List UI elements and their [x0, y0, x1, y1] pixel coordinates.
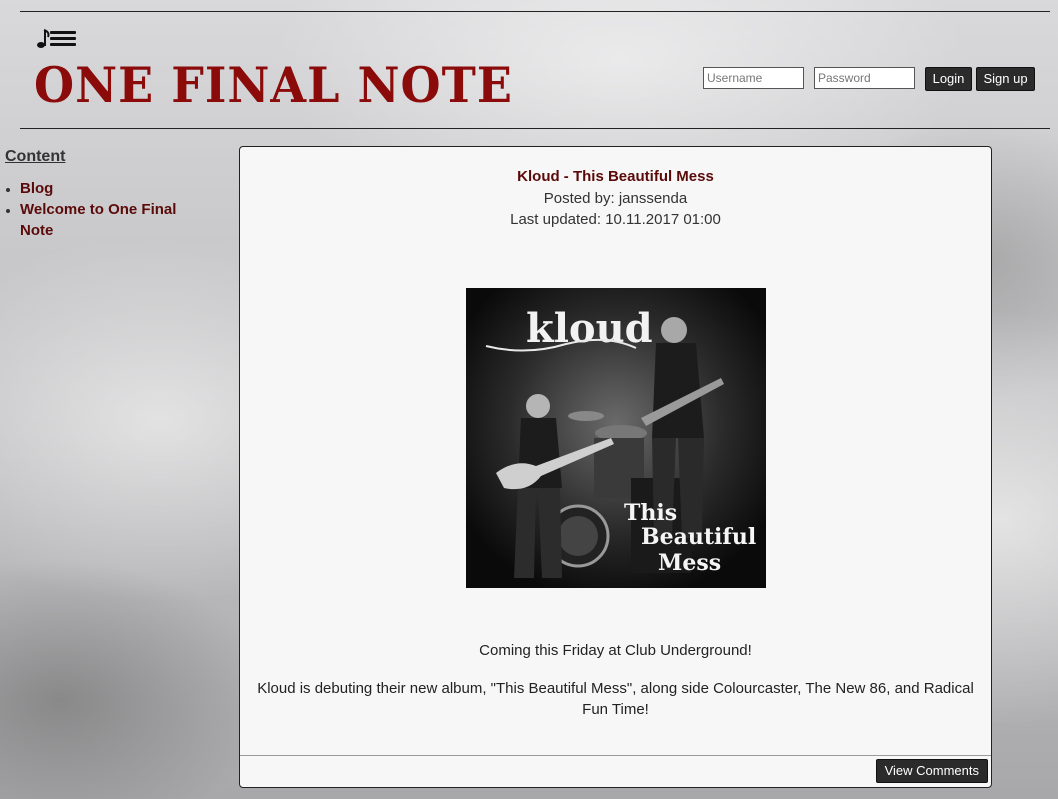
blog-post: Kloud - This Beautiful Mess Posted by: j…	[239, 146, 992, 788]
sidebar: Content Blog Welcome to One Final Note	[5, 148, 205, 241]
album-title-line-3: Mess	[658, 550, 721, 576]
header-bottom-divider	[20, 128, 1050, 129]
view-comments-button[interactable]: View Comments	[875, 759, 988, 783]
album-title-line-2: Beautiful	[641, 524, 756, 550]
sidebar-item-blog: Blog	[20, 178, 205, 199]
music-note-list-icon	[36, 26, 78, 50]
sidebar-link-welcome[interactable]: Welcome to One Final Note	[20, 201, 176, 239]
sidebar-link-blog[interactable]: Blog	[20, 180, 53, 197]
post-author: Posted by: janssenda	[543, 190, 688, 207]
post-paragraph-2: Kloud is debuting their new album, "This…	[257, 680, 974, 718]
post-date: Last updated: 10.11.2017 01:00	[510, 211, 721, 228]
post-title[interactable]: Kloud - This Beautiful Mess	[240, 168, 991, 185]
site-title[interactable]: ONE FINAL NOTE	[34, 57, 513, 114]
login-button[interactable]: Login	[925, 67, 972, 91]
album-cover-image: kloud This Beautiful Mess	[466, 288, 766, 588]
signup-button[interactable]: Sign up	[976, 67, 1035, 91]
header-top-divider	[20, 11, 1050, 12]
sidebar-list: Blog Welcome to One Final Note	[5, 178, 205, 241]
post-footer: View Comments	[240, 755, 991, 787]
password-input[interactable]	[814, 67, 915, 89]
band-logo-text: kloud	[526, 305, 653, 352]
username-input[interactable]	[703, 67, 804, 89]
sidebar-item-welcome: Welcome to One Final Note	[20, 199, 185, 241]
sidebar-heading: Content	[5, 148, 66, 165]
post-paragraph-1: Coming this Friday at Club Underground!	[479, 642, 752, 659]
album-title-line-1: This	[624, 500, 677, 526]
